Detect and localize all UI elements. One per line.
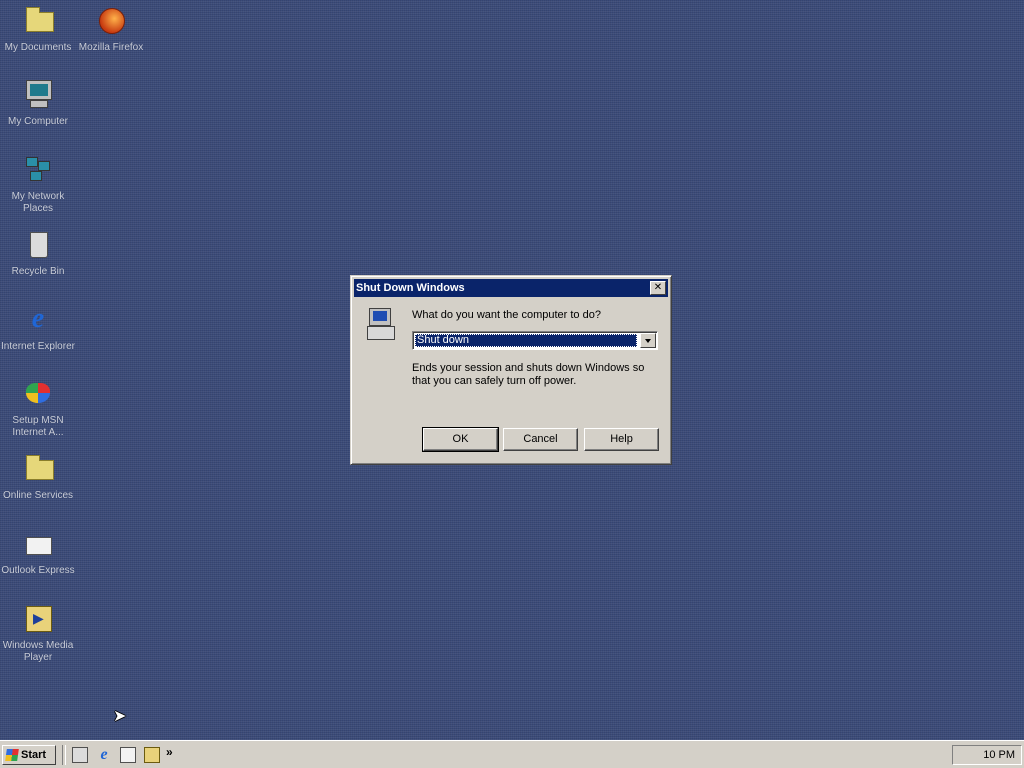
- quick-launch-divider: [62, 745, 66, 765]
- desktop-icon-label: Mozilla Firefox: [78, 42, 144, 53]
- chevron-down-icon[interactable]: [640, 333, 656, 348]
- start-button[interactable]: Start: [2, 745, 56, 765]
- start-label: Start: [21, 749, 47, 761]
- dialog-question: What do you want the computer to do?: [412, 309, 601, 321]
- internet-explorer-icon[interactable]: e: [96, 747, 112, 763]
- desktop-icon-label: Online Services: [2, 490, 74, 501]
- shut-down-dialog: Shut Down Windows ✕ What do you want the…: [350, 275, 672, 465]
- windows-logo-icon: [5, 749, 19, 761]
- desktop-icon-my-documents[interactable]: My Documents: [0, 4, 76, 54]
- network-icon: [22, 153, 54, 185]
- show-desktop-icon[interactable]: [72, 747, 88, 763]
- desktop-icon-outlook-express[interactable]: Outlook Express: [0, 527, 76, 577]
- desktop-icon-windows-media-player[interactable]: Windows Media Player: [0, 602, 76, 664]
- firefox-icon: [95, 4, 127, 36]
- taskbar: Start e » 10 PM: [0, 740, 1024, 768]
- media-player-icon: [22, 602, 54, 634]
- desktop-icon-label: My Computer: [7, 116, 68, 127]
- msn-icon: [22, 377, 54, 409]
- desktop-icon-online-services[interactable]: Online Services: [0, 452, 76, 502]
- desktop-icon-internet-explorer[interactable]: e Internet Explorer: [0, 303, 76, 353]
- media-player-icon[interactable]: [144, 747, 160, 763]
- dialog-title-bar[interactable]: Shut Down Windows ✕: [354, 279, 668, 297]
- system-tray-clock[interactable]: 10 PM: [952, 745, 1022, 765]
- option-description: Ends your session and shuts down Windows…: [412, 362, 645, 387]
- desktop-icon-recycle-bin[interactable]: Recycle Bin: [0, 228, 76, 278]
- quick-launch-more-button[interactable]: »: [166, 745, 173, 759]
- desktop-icon-label: Windows Media Player: [2, 640, 74, 663]
- desktop-icon-label: Setup MSN Internet A...: [12, 415, 64, 438]
- desktop-icon-label: Recycle Bin: [11, 266, 65, 277]
- recycle-bin-icon: [22, 228, 54, 260]
- computer-icon: [22, 78, 54, 110]
- mouse-pointer-icon: ➤: [113, 708, 127, 725]
- folder-icon: [22, 452, 54, 484]
- desktop-icon-my-computer[interactable]: My Computer: [0, 78, 76, 128]
- selected-option: Shut down: [415, 334, 637, 347]
- desktop-icon-label: Internet Explorer: [1, 341, 75, 352]
- desktop-icon-label: My Network Places: [11, 191, 65, 214]
- desktop-icon-setup-msn[interactable]: Setup MSN Internet A...: [0, 377, 76, 439]
- computer-icon: [365, 308, 397, 340]
- close-icon: ✕: [653, 282, 663, 293]
- cancel-button[interactable]: Cancel: [503, 428, 578, 451]
- outlook-express-icon: [22, 527, 54, 559]
- dialog-title: Shut Down Windows: [356, 282, 465, 294]
- desktop-icon-label: My Documents: [4, 42, 72, 53]
- shutdown-option-select[interactable]: Shut down: [412, 331, 658, 350]
- ok-button[interactable]: OK: [422, 427, 499, 452]
- help-button[interactable]: Help: [584, 428, 659, 451]
- internet-explorer-icon: e: [31, 303, 45, 334]
- desktop-icon-label: Outlook Express: [1, 565, 75, 576]
- folder-icon: [22, 4, 54, 36]
- outlook-express-icon[interactable]: [120, 747, 136, 763]
- desktop-icon-mozilla-firefox[interactable]: Mozilla Firefox: [73, 4, 149, 54]
- close-button[interactable]: ✕: [650, 281, 666, 295]
- desktop-icon-my-network-places[interactable]: My Network Places: [0, 153, 76, 215]
